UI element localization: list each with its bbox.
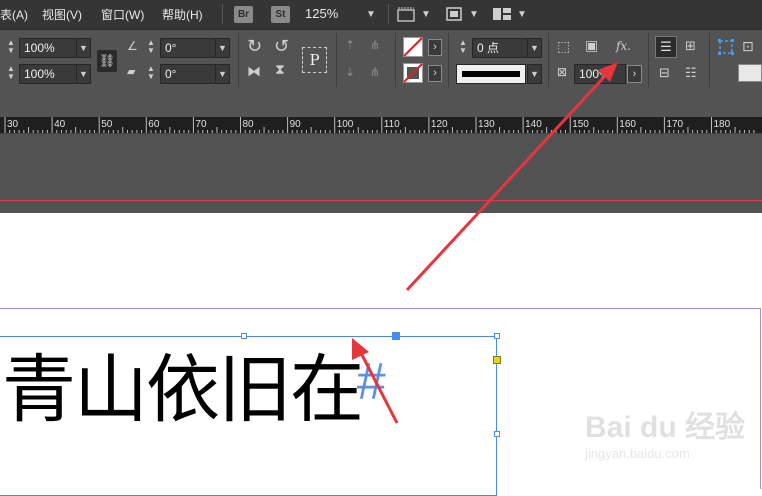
arrow-to-end-mark (352, 338, 399, 424)
annotation-arrows (352, 62, 618, 424)
arrow-to-fx-icon (405, 62, 618, 292)
